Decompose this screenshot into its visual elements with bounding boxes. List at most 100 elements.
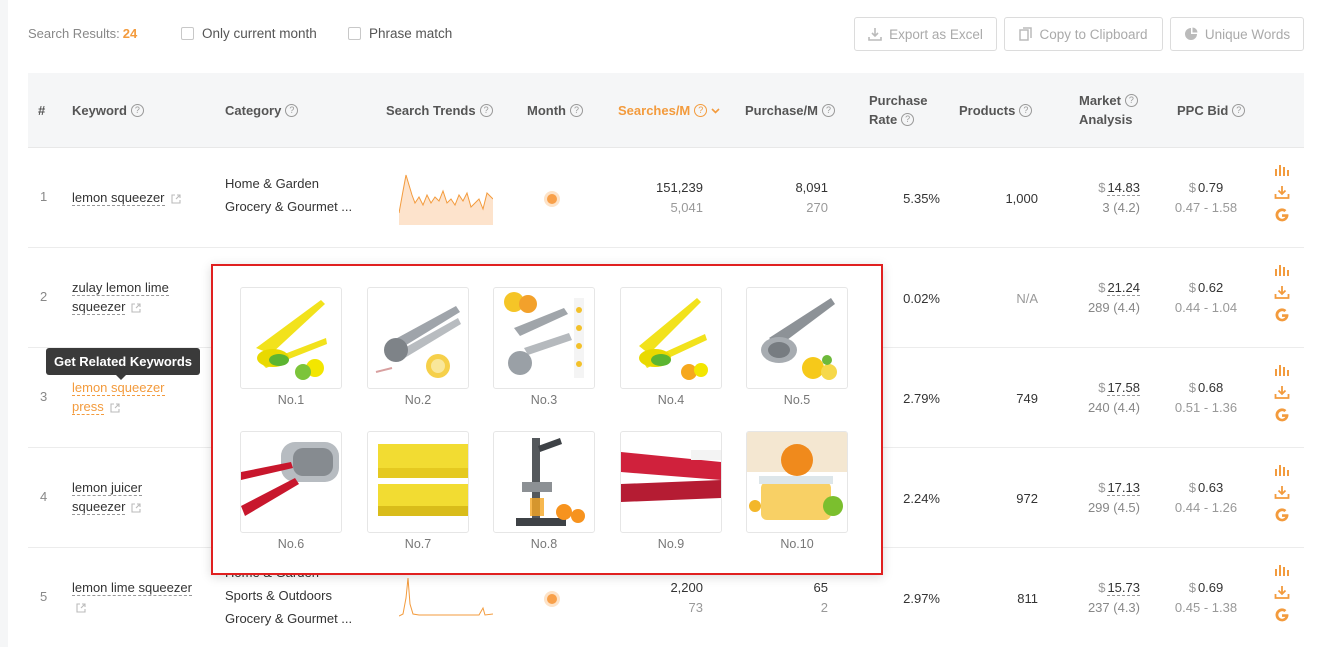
category-item: Grocery & Gourmet ... — [225, 199, 353, 214]
phrase-match-checkbox[interactable]: Phrase match — [348, 26, 452, 41]
col-products[interactable]: Products? — [959, 101, 1033, 120]
table-row: 1 lemon squeezer Home & Garden Grocery &… — [28, 148, 1304, 248]
col-purchase-rate[interactable]: Purchase Rate? — [869, 91, 928, 129]
help-icon[interactable]: ? — [1232, 104, 1246, 117]
market-analysis[interactable]: $17.58 240 (4.4) — [1060, 378, 1140, 418]
keyword-text-cont[interactable]: squeezer — [72, 299, 126, 315]
col-ppc-bid[interactable]: PPC Bid? — [1177, 101, 1246, 120]
keyword-link[interactable]: lemon juicer squeezer — [72, 478, 143, 516]
help-icon[interactable]: ? — [1124, 94, 1138, 107]
google-icon[interactable] — [1274, 307, 1290, 323]
row-index: 1 — [40, 189, 48, 204]
help-icon[interactable]: ? — [285, 104, 299, 117]
download-icon[interactable] — [1274, 185, 1290, 199]
keyword-text[interactable]: lemon squeezer — [72, 380, 165, 396]
sort-desc-icon[interactable] — [711, 107, 720, 114]
category-item: Grocery & Gourmet ... — [225, 611, 353, 626]
market-price[interactable]: 14.83 — [1107, 180, 1140, 196]
product-thumbnail[interactable] — [367, 431, 469, 533]
currency-symbol: $ — [1188, 380, 1196, 395]
external-link-icon[interactable] — [170, 194, 181, 204]
external-link-icon[interactable] — [131, 303, 142, 313]
keyword-link[interactable]: lemon lime squeezer — [72, 578, 192, 616]
help-icon[interactable]: ? — [569, 104, 583, 117]
bar-chart-icon[interactable] — [1274, 163, 1290, 177]
product-thumbnail[interactable] — [746, 431, 848, 533]
searches-main: 2,200 — [670, 580, 703, 595]
market-analysis[interactable]: $17.13 299 (4.5) — [1060, 478, 1140, 518]
help-icon[interactable]: ? — [901, 113, 915, 126]
help-icon[interactable]: ? — [1019, 104, 1033, 117]
product-thumbnail[interactable] — [746, 287, 848, 389]
google-icon[interactable] — [1274, 407, 1290, 423]
market-price[interactable]: 21.24 — [1107, 280, 1140, 296]
checkbox-box[interactable] — [348, 27, 361, 40]
col-keyword[interactable]: Keyword? — [72, 101, 144, 120]
market-analysis[interactable]: $14.83 3 (4.2) — [1060, 178, 1140, 218]
keyword-link[interactable]: lemon squeezer — [72, 188, 181, 207]
product-thumbnail[interactable] — [620, 287, 722, 389]
external-link-icon[interactable] — [131, 503, 142, 513]
help-icon[interactable]: ? — [821, 104, 835, 117]
market-analysis[interactable]: $15.73 237 (4.3) — [1060, 578, 1140, 618]
product-thumbnail[interactable] — [620, 431, 722, 533]
keyword-link[interactable]: zulay lemon lime squeezer — [72, 278, 169, 316]
external-link-icon[interactable] — [110, 403, 120, 413]
purchase-value: 8,091 270 — [748, 178, 828, 218]
download-icon[interactable] — [1274, 585, 1290, 599]
bar-chart-icon[interactable] — [1274, 563, 1290, 577]
keyword-text[interactable]: lemon lime squeezer — [72, 580, 192, 596]
copy-icon — [1019, 27, 1033, 41]
external-link-icon[interactable] — [76, 603, 86, 613]
product-thumbnail[interactable] — [240, 287, 342, 389]
keyword-text[interactable]: zulay lemon lime — [72, 280, 169, 296]
col-keyword-label: Keyword — [72, 103, 127, 118]
bar-chart-icon[interactable] — [1274, 263, 1290, 277]
download-icon[interactable] — [1274, 385, 1290, 399]
purchase-sub: 270 — [806, 200, 828, 215]
keyword-text[interactable]: lemon juicer — [72, 480, 143, 496]
google-icon[interactable] — [1274, 207, 1290, 223]
keyword-text[interactable]: lemon squeezer — [72, 190, 165, 206]
help-icon[interactable]: ? — [694, 104, 708, 117]
product-thumbnail[interactable] — [240, 431, 342, 533]
market-price[interactable]: 15.73 — [1107, 580, 1140, 596]
col-purchase[interactable]: Purchase/M? — [745, 101, 835, 120]
col-market-analysis[interactable]: Market? Analysis — [1079, 91, 1138, 129]
google-icon[interactable] — [1274, 507, 1290, 523]
product-thumbnail[interactable] — [493, 287, 595, 389]
col-category[interactable]: Category? — [225, 101, 299, 120]
col-searches[interactable]: Searches/M? — [618, 101, 720, 120]
only-current-month-checkbox[interactable]: Only current month — [181, 26, 317, 41]
market-price[interactable]: 17.58 — [1107, 380, 1140, 396]
checkbox-box[interactable] — [181, 27, 194, 40]
help-icon[interactable]: ? — [130, 104, 144, 117]
bar-chart-icon[interactable] — [1274, 363, 1290, 377]
market-analysis[interactable]: $21.24 289 (4.4) — [1060, 278, 1140, 318]
help-icon[interactable]: ? — [479, 104, 493, 117]
download-icon[interactable] — [1274, 285, 1290, 299]
search-trend-sparkline[interactable] — [399, 173, 493, 225]
google-icon[interactable] — [1274, 607, 1290, 623]
export-excel-button[interactable]: Export as Excel — [854, 17, 997, 51]
press-juicer-image — [516, 438, 585, 526]
market-price[interactable]: 17.13 — [1107, 480, 1140, 496]
search-trend-sparkline[interactable] — [399, 568, 493, 618]
ppc-value: 0.69 — [1197, 580, 1224, 595]
keyword-text-cont[interactable]: squeezer — [72, 499, 126, 515]
copy-clipboard-button[interactable]: Copy to Clipboard — [1004, 17, 1163, 51]
keyword-link[interactable]: lemon squeezer press — [72, 378, 165, 416]
download-icon[interactable] — [1274, 485, 1290, 499]
unique-words-button[interactable]: Unique Words — [1170, 17, 1304, 51]
col-search-trends[interactable]: Search Trends? — [386, 101, 493, 120]
category-item: Sports & Outdoors — [225, 588, 332, 603]
col-month[interactable]: Month? — [527, 101, 583, 120]
product-label: No.6 — [277, 537, 305, 551]
bar-chart-icon[interactable] — [1274, 463, 1290, 477]
product-thumbnail[interactable] — [367, 287, 469, 389]
col-rate-line2: Rate — [869, 112, 898, 127]
product-thumbnail[interactable] — [493, 431, 595, 533]
product-label: No.5 — [783, 393, 811, 407]
row-actions — [1274, 363, 1290, 431]
keyword-text-cont[interactable]: press — [72, 399, 104, 415]
